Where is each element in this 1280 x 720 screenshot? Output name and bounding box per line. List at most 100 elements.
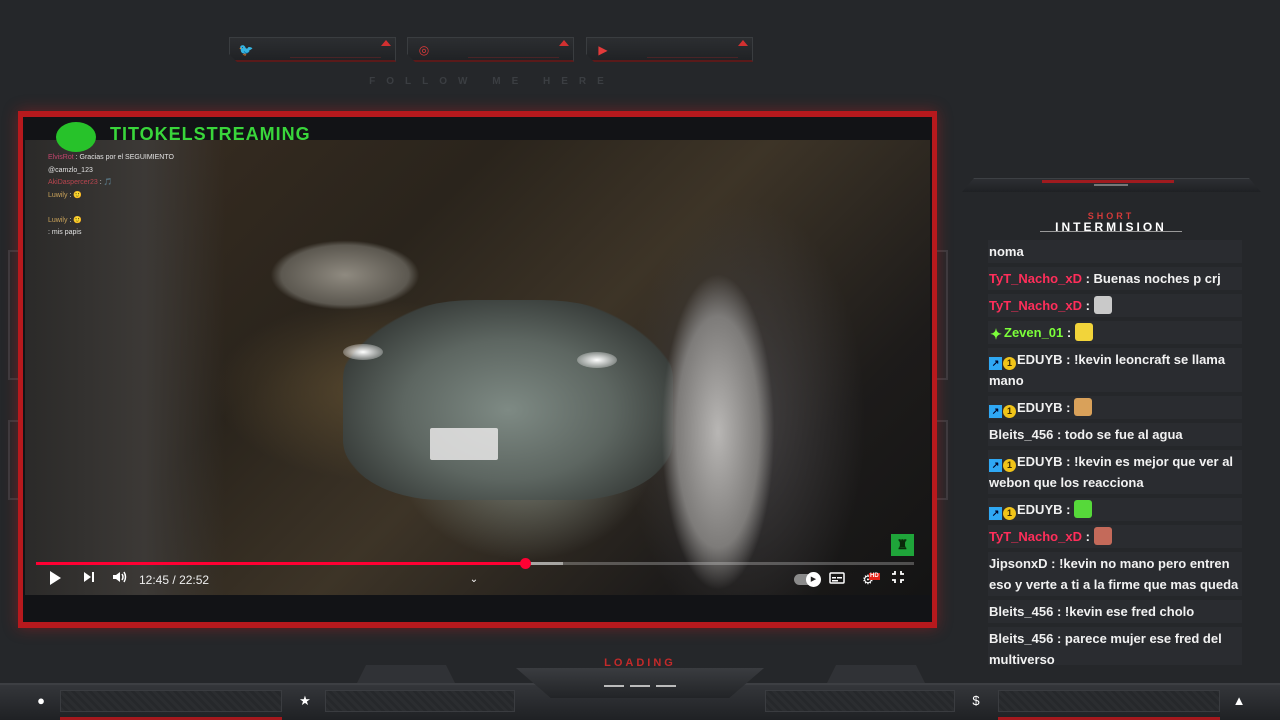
current-time: 12:45 [139,573,170,587]
chat-text: : Buenas noches p crj [1085,271,1221,286]
chat-username[interactable]: EDUYB [1017,454,1063,469]
subscriber-badge-icon: ↗ [989,357,1002,370]
bar-corner-triangle [559,40,569,46]
instagram-link-bar[interactable]: ◎ [407,37,574,62]
chat-message: JipsonxD : !kevin no mano pero entren es… [988,552,1242,596]
emote-icon [1074,500,1093,518]
skip-next-icon [84,572,94,582]
progress-played [36,562,526,565]
video-scene-license-plate [430,428,498,460]
video-scene-person [630,180,790,595]
in-video-chat: ElvisRot : Gracias por el SEGUIMIENTO @c… [48,152,268,240]
chat-text: : [1085,298,1090,313]
subscriber-badge-icon: ↗ [989,459,1002,472]
volume-icon [113,571,127,583]
chat-message: ↗ 1 EDUYB : [988,396,1242,419]
dollar-icon[interactable]: $ [967,692,985,710]
chat-text: : [1066,400,1071,415]
rocket-icon[interactable]: ▲ [1230,692,1248,710]
list-item: @camzlo_123 [48,166,93,174]
volume-button[interactable] [110,570,130,590]
chat-username[interactable]: EDUYB [1017,400,1063,415]
chat-message: ↗ 1 EDUYB : !kevin leoncraft se llama mano [988,348,1242,392]
frame-side-deco-right-low [936,420,948,500]
list-item [48,202,268,215]
chat-header-dash [1094,184,1128,186]
chat-message: TyT_Nacho_xD : Buenas noches p crj [988,267,1242,290]
follow-me-tagline: FOLLOW ME HERE [369,76,615,87]
loading-label: LOADING [604,657,676,669]
instagram-icon: ◎ [418,43,430,57]
subscriber-badge-icon: ↗ [989,405,1002,418]
video-scene-parked-car [270,240,420,310]
chat-text: : [1066,502,1071,517]
duration: 22:52 [179,573,210,587]
chat-username[interactable]: TyT_Nacho_xD [989,271,1082,286]
progress-bar[interactable] [36,558,914,569]
subscribe-badge[interactable]: ♜ [891,534,914,556]
chat-message: Bleits_456 : parece mujer ese fred del m… [988,627,1242,665]
subscriber-badge-icon: ↗ [989,507,1002,520]
chat-message-list[interactable]: noma TyT_Nacho_xD : Buenas noches p crj Ty… [988,240,1242,665]
chat-title-underline [1040,231,1182,232]
subtitles-icon [829,572,845,584]
chapter-dropdown[interactable]: ⌄ [466,570,482,590]
subtitles-button[interactable] [828,570,846,590]
chat-username[interactable]: JipsonxD [989,556,1048,571]
progress-scrubber[interactable] [520,558,532,569]
chat-message: ↗ 1 EDUYB : [988,498,1242,521]
chat-message: Bleits_456 : todo se fue al agua [988,423,1242,446]
channel-logo [56,122,96,152]
chat-username[interactable]: TyT_Nacho_xD [989,529,1082,544]
chat-username[interactable]: TyT_Nacho_xD [989,298,1082,313]
fullscreen-button[interactable] [889,570,907,590]
gift-badge-icon: 1 [1003,507,1016,520]
list-item: Luwily : 🙂 [48,216,83,224]
chat-text: : !kevin ese fred cholo [1056,604,1195,619]
chat-header-accent [1042,180,1174,183]
time-display: 12:45 / 22:52 [139,570,209,590]
gift-badge-icon: 1 [1003,459,1016,472]
time-separator: / [172,573,176,587]
bottom-hump [356,665,456,685]
user-icon[interactable]: ● [32,692,50,710]
bottom-center-piece [516,668,764,698]
chat-text: : [1085,529,1090,544]
center-dash [604,685,624,687]
emote-icon [1074,323,1093,341]
gift-badge-icon: 1 [1003,405,1016,418]
star-icon[interactable]: ★ [296,692,314,710]
emote-icon [1093,296,1112,314]
bottom-panel [325,690,515,712]
chat-message: ✦ Zeven_01 : [988,321,1242,344]
chat-username[interactable]: Bleits_456 [989,631,1053,646]
list-item: ElvisRot : Gracias por el SEGUIMIENTO [48,154,174,161]
emote-icon [1093,527,1112,545]
video-scene-headlight [577,352,617,368]
bottom-hump [826,665,926,685]
sparkle-badge-icon: ✦ [990,326,1002,342]
next-button[interactable] [79,570,99,590]
chat-username[interactable]: Bleits_456 [989,427,1053,442]
bar-underline [290,57,381,58]
channel-name: TITOKELSTREAMING [110,124,311,144]
chat-username[interactable]: Bleits_456 [989,604,1053,619]
twitter-icon: 🐦 [238,43,254,57]
video-scene-headlight [343,344,383,360]
chat-username[interactable]: Zeven_01 [1004,325,1063,340]
chat-message: noma [988,240,1242,263]
bottom-panel [60,690,282,712]
youtube-link-bar[interactable]: ▶ [586,37,753,62]
chat-message: ↗ 1 EDUYB : !kevin es mejor que ver al web… [988,450,1242,494]
chat-username[interactable]: EDUYB [1017,352,1063,367]
play-button[interactable] [45,570,65,590]
twitter-link-bar[interactable]: 🐦 [229,37,396,62]
chat-username[interactable]: EDUYB [1017,502,1063,517]
chat-message: TyT_Nacho_xD : [988,525,1242,548]
bottom-panel [765,690,955,712]
bar-corner-triangle [738,40,748,46]
youtube-icon: ▶ [598,43,608,57]
frame-side-deco-right [936,250,948,380]
chat-text: noma [989,244,1024,259]
list-item: : mis papis [48,229,82,236]
